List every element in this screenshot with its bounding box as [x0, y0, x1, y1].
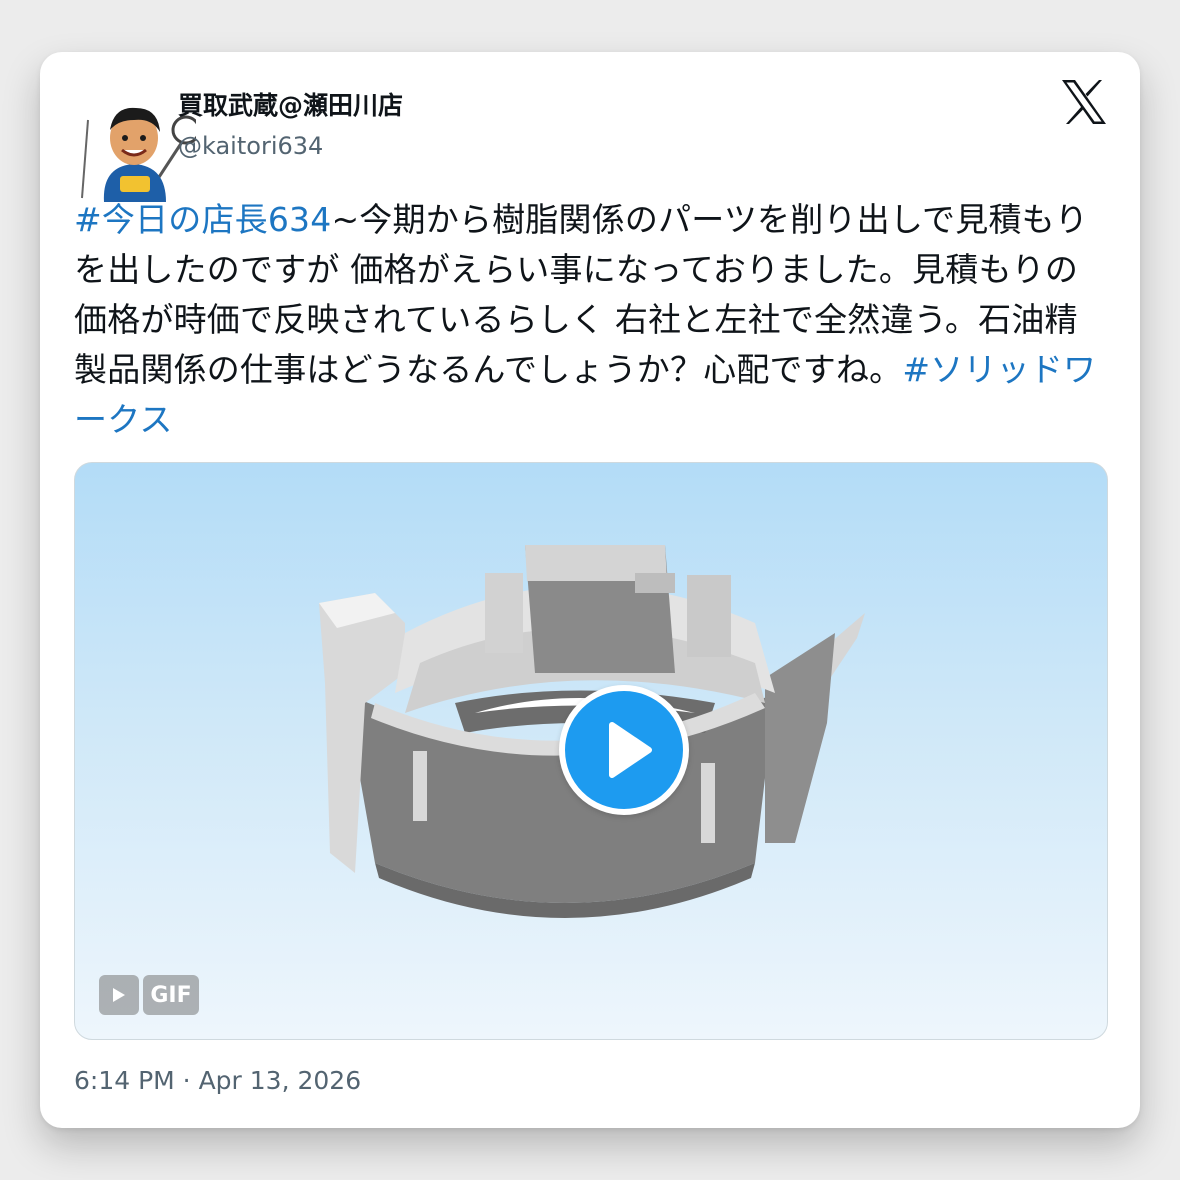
gif-play-icon[interactable] — [99, 975, 139, 1015]
hashtag-link[interactable]: #今日の店長634 — [74, 200, 331, 239]
gif-badge: GIF — [99, 975, 199, 1017]
x-logo-icon[interactable] — [1058, 76, 1110, 128]
tweet-text: #今日の店長634~今期から樹脂関係のパーツを削り出しで見積もりを出したのですが… — [74, 195, 1104, 445]
timestamp[interactable]: 6:14 PM · Apr 13, 2026 — [74, 1066, 361, 1095]
gif-label: GIF — [143, 975, 199, 1015]
display-name[interactable]: 買取武蔵@瀬田川店 — [178, 86, 403, 122]
play-icon — [609, 722, 652, 778]
gif-media[interactable]: GIF — [74, 462, 1108, 1040]
user-handle[interactable]: @kaitori634 — [178, 132, 323, 160]
play-button[interactable] — [559, 685, 689, 815]
tweet-card: 買取武蔵@瀬田川店 @kaitori634 #今日の店長634~今期から樹脂関係… — [40, 52, 1140, 1128]
